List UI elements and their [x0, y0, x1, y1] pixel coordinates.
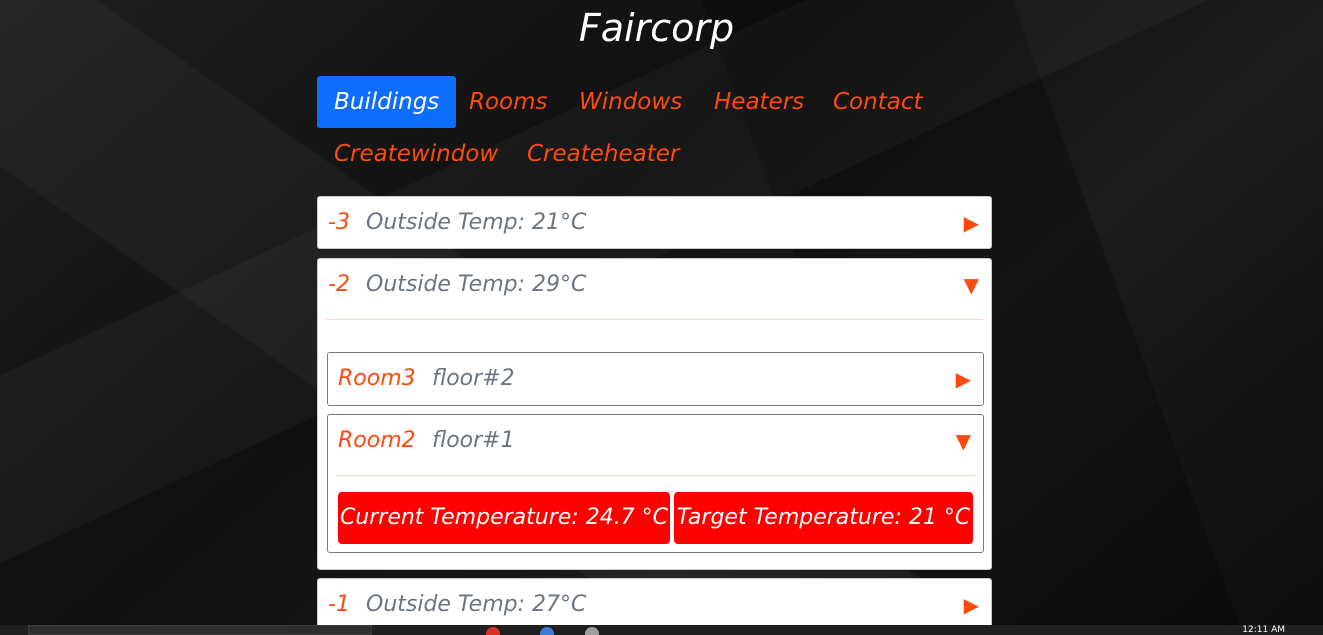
room-card: Room3 floor#2 ▶ — [327, 352, 984, 406]
floor-header[interactable]: -3 Outside Temp: 21°C ▶ — [318, 197, 991, 249]
target-temperature-badge: Target Temperature: 21 °C — [674, 492, 973, 544]
expand-arrow-icon[interactable]: ▶ — [964, 579, 979, 631]
app-icon[interactable] — [585, 627, 599, 635]
taskbar-clock[interactable]: 12:11 AM — [1242, 625, 1285, 635]
floor-card: -3 Outside Temp: 21°C ▶ — [317, 196, 992, 249]
floor-number: -2 — [328, 272, 350, 297]
site-title: Faircorp — [578, 6, 735, 50]
nav-createheater[interactable]: Createheater — [510, 128, 696, 180]
nav-contact[interactable]: Contact — [816, 76, 939, 128]
room-floor: floor#1 — [432, 428, 515, 453]
nav-heaters[interactable]: Heaters — [697, 76, 821, 128]
floor-header[interactable]: -1 Outside Temp: 27°C ▶ — [318, 579, 991, 631]
room-name: Room2 — [338, 428, 416, 453]
outside-temp: Outside Temp: 21°C — [366, 210, 587, 235]
floor-card: -2 Outside Temp: 29°C ▼ Room3 floor#2 ▶ … — [317, 258, 992, 570]
floor-divider — [326, 319, 983, 320]
collapse-arrow-icon[interactable]: ▼ — [964, 259, 979, 311]
expand-arrow-icon[interactable]: ▶ — [964, 197, 979, 249]
collapse-arrow-icon[interactable]: ▼ — [956, 415, 971, 467]
floor-header[interactable]: -2 Outside Temp: 29°C ▼ — [318, 259, 991, 311]
room-floor: floor#2 — [432, 366, 515, 391]
room-divider — [336, 475, 975, 476]
current-temperature-badge: Current Temperature: 24.7 °C — [338, 492, 670, 544]
room-header[interactable]: Room3 floor#2 ▶ — [328, 353, 983, 405]
chrome-icon[interactable] — [486, 627, 500, 635]
room-card: Room2 floor#1 ▼ Current Temperature: 24.… — [327, 414, 984, 553]
nav-rooms[interactable]: Rooms — [452, 76, 565, 128]
nav-windows[interactable]: Windows — [562, 76, 699, 128]
nav-buildings[interactable]: Buildings — [317, 76, 457, 128]
taskbar: 12:11 AM — [0, 625, 1323, 635]
expand-arrow-icon[interactable]: ▶ — [956, 353, 971, 405]
nav-createwindow[interactable]: Createwindow — [317, 128, 515, 180]
floor-number: -3 — [328, 210, 350, 235]
floor-number: -1 — [328, 592, 350, 617]
taskbar-search-box[interactable] — [28, 625, 372, 635]
room-header[interactable]: Room2 floor#1 ▼ — [328, 415, 983, 467]
app-icon[interactable] — [540, 627, 554, 635]
outside-temp: Outside Temp: 29°C — [366, 272, 587, 297]
floor-card: -1 Outside Temp: 27°C ▶ — [317, 578, 992, 631]
room-name: Room3 — [338, 366, 416, 391]
outside-temp: Outside Temp: 27°C — [366, 592, 587, 617]
